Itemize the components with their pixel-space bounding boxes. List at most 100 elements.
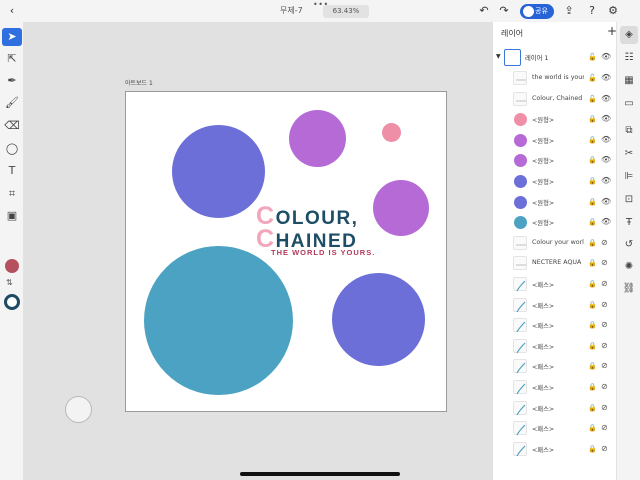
layer-row[interactable]: Colour your world. 🔒 ⊘	[493, 234, 617, 254]
comments-icon[interactable]: ▭	[620, 95, 638, 113]
eye-hidden-icon[interactable]: ⊘	[601, 300, 608, 309]
lock-icon[interactable]: 🔒	[588, 445, 597, 453]
align-icon[interactable]: ⊫	[620, 168, 638, 186]
paintbrush-icon[interactable]: 🖌	[2, 94, 22, 112]
layer-row[interactable]: <패스> 🔒 ⊘	[493, 337, 617, 357]
layer-row[interactable]: the world is yours. 🔓 👁	[493, 69, 617, 89]
selection-tool-icon[interactable]: ➤	[2, 28, 22, 46]
zoom-level[interactable]: 63.43%	[323, 5, 369, 18]
lock-icon[interactable]: 🔒	[588, 218, 597, 226]
text-icon[interactable]: T	[2, 162, 22, 180]
eye-icon[interactable]: 👁	[601, 135, 611, 144]
eye-icon[interactable]: 👁	[601, 114, 611, 123]
type-icon[interactable]: Ŧ	[620, 214, 638, 232]
unlock-icon[interactable]: 🔓	[588, 53, 597, 61]
lock-icon[interactable]: 🔒	[588, 362, 597, 370]
eye-hidden-icon[interactable]: ⊘	[601, 423, 608, 432]
lock-icon[interactable]: 🔒	[588, 383, 597, 391]
lock-icon[interactable]: 🔒	[588, 136, 597, 144]
eye-icon[interactable]: 👁	[601, 217, 611, 226]
transform-icon[interactable]: ⊡	[620, 191, 638, 209]
settings-icon[interactable]: ⚙	[605, 3, 621, 19]
layer-row[interactable]: <원형> 🔒 👁	[493, 110, 617, 130]
eye-icon[interactable]: 👁	[601, 197, 611, 206]
eye-hidden-icon[interactable]: ⊘	[601, 382, 608, 391]
lock-icon[interactable]: 🔒	[588, 115, 597, 123]
direct-selection-icon[interactable]: ⇱	[2, 50, 22, 68]
layer-row[interactable]: <패스> 🔒 ⊘	[493, 296, 617, 316]
lock-icon[interactable]: 🔒	[588, 280, 597, 288]
eye-hidden-icon[interactable]: ⊘	[601, 341, 608, 350]
lock-icon[interactable]: 🔒	[588, 259, 597, 267]
curvature-icon[interactable]: ↺	[620, 236, 638, 254]
layer-row[interactable]: <패스> 🔒 ⊘	[493, 378, 617, 398]
back-icon[interactable]: ‹	[4, 3, 20, 19]
shape-icon[interactable]: ◯	[2, 140, 22, 158]
teal-circle[interactable]	[144, 246, 293, 395]
swap-colors-icon[interactable]: ⇅	[6, 278, 13, 287]
share-button[interactable]: 공유	[520, 4, 554, 19]
eye-hidden-icon[interactable]: ⊘	[601, 279, 608, 288]
lock-icon[interactable]: 🔒	[588, 198, 597, 206]
lock-icon[interactable]: 🔒	[588, 404, 597, 412]
unlock-icon[interactable]: 🔓	[588, 95, 597, 103]
layer-row[interactable]: <패스> 🔒 ⊘	[493, 316, 617, 336]
purple-circle[interactable]	[172, 125, 265, 218]
eye-icon[interactable]: 👁	[601, 73, 611, 82]
layer-row[interactable]: <원형> 🔒 👁	[493, 131, 617, 151]
pen-icon[interactable]: ✒	[2, 72, 22, 90]
chevron-down-icon[interactable]: ▼	[496, 53, 501, 60]
eye-icon[interactable]: 👁	[601, 52, 611, 61]
document-title[interactable]: 무제-7	[280, 5, 303, 16]
lock-icon[interactable]: 🔒	[588, 177, 597, 185]
lock-icon[interactable]: 🔒	[588, 321, 597, 329]
eye-hidden-icon[interactable]: ⊘	[601, 238, 608, 247]
gear-icon[interactable]: ✺	[620, 258, 638, 276]
eye-hidden-icon[interactable]: ⊘	[601, 444, 608, 453]
export-icon[interactable]: ⇪	[561, 3, 577, 19]
lock-icon[interactable]: 🔒	[588, 156, 597, 164]
eye-hidden-icon[interactable]: ⊘	[601, 320, 608, 329]
layers-icon[interactable]: ◈	[620, 26, 638, 44]
eye-icon[interactable]: 👁	[601, 176, 611, 185]
eraser-icon[interactable]: ⌫	[2, 117, 22, 135]
layer-row[interactable]: <패스> 🔒 ⊘	[493, 275, 617, 295]
eye-hidden-icon[interactable]: ⊘	[601, 361, 608, 370]
link-icon[interactable]: ⛓	[620, 280, 638, 298]
scissors-icon[interactable]: ✂	[620, 145, 638, 163]
layer-row[interactable]: <원형> 🔒 👁	[493, 151, 617, 171]
layer-row[interactable]: <패스> 🔒 ⊘	[493, 399, 617, 419]
layer-row[interactable]: NECTERE AQUA 🔒 ⊘	[493, 254, 617, 274]
unlock-icon[interactable]: 🔓	[588, 74, 597, 82]
stroke-color-swatch[interactable]	[4, 294, 20, 310]
properties-icon[interactable]: ☷	[620, 49, 638, 67]
lock-icon[interactable]: 🔒	[588, 424, 597, 432]
eye-hidden-icon[interactable]: ⊘	[601, 258, 608, 267]
lock-icon[interactable]: 🔒	[588, 239, 597, 247]
eye-icon[interactable]: 👁	[601, 155, 611, 164]
violet-circle[interactable]	[289, 110, 346, 167]
layer-row[interactable]: <원형> 🔒 👁	[493, 172, 617, 192]
image-icon[interactable]: ▣	[2, 207, 22, 225]
redo-icon[interactable]: ↷	[496, 3, 512, 19]
lock-icon[interactable]: 🔒	[588, 301, 597, 309]
logo-text-group[interactable]: COLOUR, CHAINED THE WORLD IS YOURS.	[256, 202, 386, 262]
libraries-icon[interactable]: ▦	[620, 72, 638, 90]
artboard-label[interactable]: 아트보드 1	[125, 78, 153, 87]
touch-shortcut-button[interactable]	[65, 396, 92, 423]
eye-icon[interactable]: 👁	[601, 94, 611, 103]
purple-circle[interactable]	[332, 273, 425, 366]
pink-circle[interactable]	[382, 123, 401, 142]
place-image-icon[interactable]: ⌗	[2, 185, 22, 203]
layer-row[interactable]: Colour, Chained 🔓 👁	[493, 90, 617, 110]
fill-color-swatch[interactable]	[5, 259, 19, 273]
layer-row[interactable]: <패스> 🔒 ⊘	[493, 440, 617, 460]
layer-row[interactable]: <패스> 🔒 ⊘	[493, 357, 617, 377]
eye-hidden-icon[interactable]: ⊘	[601, 403, 608, 412]
layer-group-row[interactable]: ▼ 레이어 1 🔓 👁	[493, 48, 617, 68]
layer-row[interactable]: <패스> 🔒 ⊘	[493, 419, 617, 439]
layer-row[interactable]: <원형> 🔒 👁	[493, 213, 617, 233]
layer-row[interactable]: <원형> 🔒 👁	[493, 193, 617, 213]
arrange-icon[interactable]: ⧉	[620, 122, 638, 140]
lock-icon[interactable]: 🔒	[588, 342, 597, 350]
